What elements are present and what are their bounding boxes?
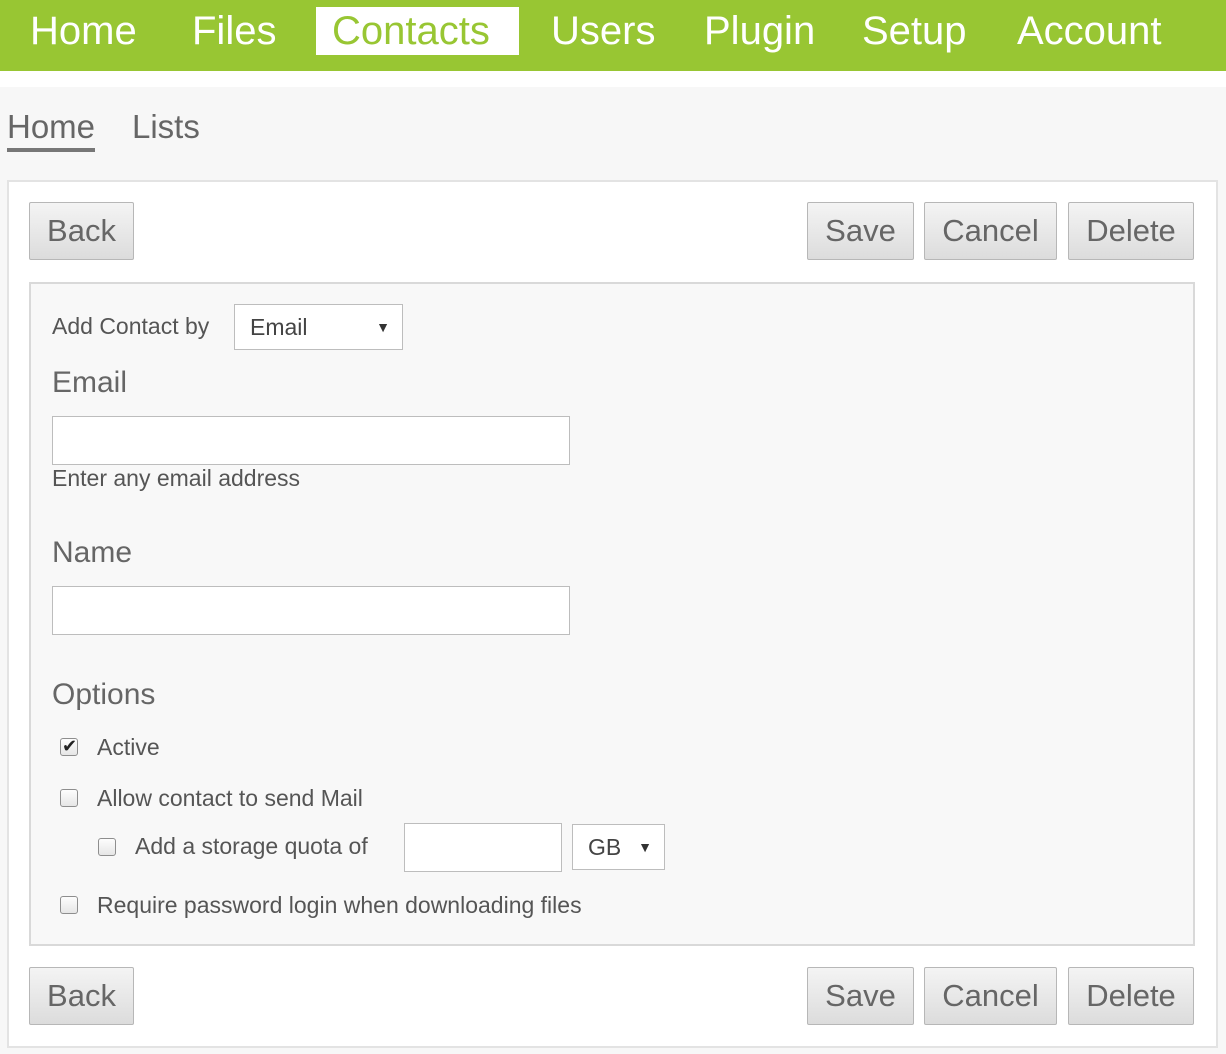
- storage-quota-checkbox[interactable]: [98, 838, 116, 856]
- nav-users[interactable]: Users: [535, 7, 671, 55]
- nav-plugin[interactable]: Plugin: [688, 7, 831, 55]
- nav-contacts[interactable]: Contacts: [316, 7, 519, 55]
- save-button-top[interactable]: Save: [807, 202, 914, 260]
- email-hint: Enter any email address: [52, 465, 301, 491]
- nav-files[interactable]: Files: [176, 7, 292, 55]
- storage-unit-value: GB: [588, 834, 622, 860]
- name-field[interactable]: [52, 586, 570, 635]
- storage-unit-select[interactable]: GB ▼: [572, 824, 665, 870]
- delete-button-top[interactable]: Delete: [1068, 202, 1194, 260]
- back-button-top[interactable]: Back: [29, 202, 134, 260]
- back-button-bottom[interactable]: Back: [29, 967, 134, 1025]
- active-label: Active: [97, 734, 160, 760]
- subnav-lists[interactable]: Lists: [132, 108, 200, 148]
- require-password-checkbox[interactable]: [60, 896, 78, 914]
- storage-quota-input[interactable]: [404, 823, 562, 872]
- add-contact-by-select[interactable]: Email ▼: [234, 304, 403, 350]
- nav-divider: [0, 71, 1226, 87]
- cancel-button-top[interactable]: Cancel: [924, 202, 1057, 260]
- save-button-bottom[interactable]: Save: [807, 967, 914, 1025]
- options-heading: Options: [52, 678, 156, 711]
- dropdown-arrow-icon: ▼: [638, 839, 652, 855]
- subnav-home[interactable]: Home: [7, 108, 96, 152]
- delete-button-bottom[interactable]: Delete: [1068, 967, 1194, 1025]
- nav-setup[interactable]: Setup: [846, 7, 983, 55]
- add-contact-by-label: Add Contact by: [52, 313, 210, 339]
- top-nav: Home Files Contacts Users Plugin Setup A…: [0, 0, 1226, 71]
- email-field[interactable]: [52, 416, 570, 465]
- allow-send-mail-checkbox[interactable]: [60, 789, 78, 807]
- active-checkbox[interactable]: ✔: [60, 736, 78, 756]
- allow-send-mail-label: Allow contact to send Mail: [97, 785, 363, 811]
- cancel-button-bottom[interactable]: Cancel: [924, 967, 1057, 1025]
- email-heading: Email: [52, 366, 128, 399]
- nav-account[interactable]: Account: [1001, 7, 1178, 55]
- add-contact-by-value: Email: [250, 314, 308, 340]
- require-password-label: Require password login when downloading …: [97, 892, 582, 918]
- nav-home[interactable]: Home: [14, 7, 153, 55]
- storage-quota-label: Add a storage quota of: [135, 833, 368, 859]
- name-heading: Name: [52, 536, 133, 569]
- dropdown-arrow-icon: ▼: [376, 319, 390, 335]
- checkmark-icon: ✔: [62, 736, 78, 756]
